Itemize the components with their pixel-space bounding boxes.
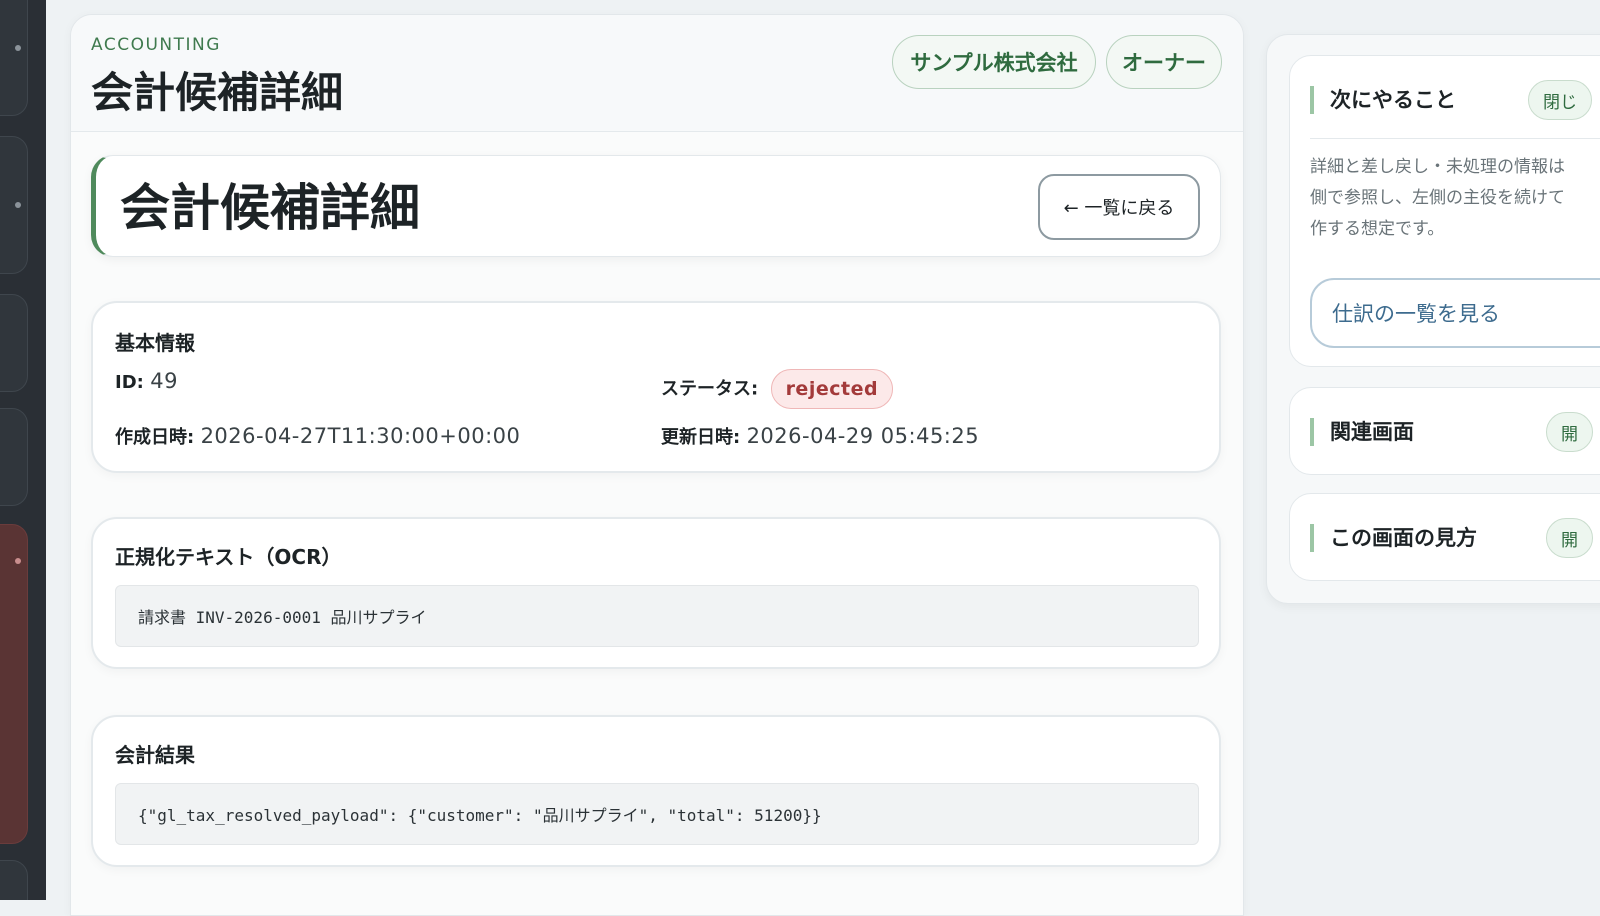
- status-label: ステータス:: [661, 378, 759, 400]
- created-field: 作成日時: 2026-04-27T11:30:00+00:00: [115, 423, 520, 449]
- next-steps-title: 次にやること: [1310, 86, 1456, 114]
- result-title: 会計結果: [115, 743, 195, 767]
- sidebar-tab-3[interactable]: [0, 294, 28, 392]
- detail-title: 会計候補詳細: [120, 179, 420, 237]
- id-label: ID:: [115, 372, 144, 393]
- status-badge: rejected: [770, 369, 894, 409]
- back-to-list-button[interactable]: ← 一覧に戻る: [1038, 174, 1200, 240]
- detail-header-card: 会計候補詳細 ← 一覧に戻る: [91, 155, 1221, 257]
- created-label: 作成日時:: [115, 427, 195, 448]
- next-steps-divider: [1310, 138, 1600, 139]
- sidebar-tab-icon: [15, 558, 21, 564]
- top-bar: ACCOUNTING 会計候補詳細 サンプル株式会社 オーナー: [71, 15, 1243, 132]
- page-title: 会計候補詳細: [91, 68, 344, 117]
- sidebar-tab-active[interactable]: [0, 524, 28, 844]
- id-field: ID: 49: [115, 369, 178, 393]
- status-field: ステータス: rejected: [661, 369, 894, 409]
- updated-value: 2026-04-29 05:45:25: [746, 424, 980, 448]
- company-badge[interactable]: サンプル株式会社: [892, 35, 1096, 89]
- sidebar-tab-2[interactable]: [0, 136, 28, 274]
- ocr-card: 正規化テキスト（OCR） 請求書 INV-2026-0001 品川サプライ: [91, 517, 1221, 669]
- how-to-read-card: この画面の見方 開: [1289, 493, 1600, 581]
- id-value: 49: [150, 369, 178, 393]
- sidebar-tab-icon: [15, 202, 21, 208]
- basic-info-card: 基本情報 ID: 49 ステータス: rejected 作成日時: 2026-0…: [91, 301, 1221, 473]
- sidebar-tab-4[interactable]: [0, 408, 28, 506]
- next-steps-toggle[interactable]: 閉じ: [1528, 80, 1592, 120]
- result-json: {"gl_tax_resolved_payload": {"customer":…: [115, 783, 1199, 845]
- created-value: 2026-04-27T11:30:00+00:00: [200, 424, 521, 448]
- sidebar-tab-6[interactable]: [0, 860, 28, 900]
- role-badge[interactable]: オーナー: [1106, 35, 1222, 89]
- updated-label: 更新日時:: [661, 427, 741, 448]
- right-panel: 次にやること 閉じ 詳細と差し戻し・未処理の情報は 側で参照し、左側の主役を続け…: [1266, 34, 1600, 604]
- journal-list-link[interactable]: 仕訳の一覧を見る: [1310, 278, 1600, 348]
- updated-field: 更新日時: 2026-04-29 05:45:25: [661, 423, 979, 449]
- next-steps-description: 詳細と差し戻し・未処理の情報は 側で参照し、左側の主役を続けて 作する想定です。: [1310, 157, 1565, 239]
- related-screens-title: 関連画面: [1310, 418, 1414, 446]
- how-to-read-toggle[interactable]: 開: [1546, 518, 1593, 558]
- related-screens-toggle[interactable]: 開: [1546, 412, 1593, 452]
- sidebar-tab-1[interactable]: [0, 0, 28, 116]
- main-panel: ACCOUNTING 会計候補詳細 サンプル株式会社 オーナー 会計候補詳細 ←…: [70, 14, 1244, 916]
- how-to-read-title: この画面の見方: [1310, 524, 1477, 552]
- next-steps-card: 次にやること 閉じ 詳細と差し戻し・未処理の情報は 側で参照し、左側の主役を続け…: [1289, 55, 1600, 367]
- basic-info-title: 基本情報: [115, 331, 195, 355]
- sidebar: [0, 0, 46, 900]
- sidebar-tab-icon: [15, 45, 21, 51]
- related-screens-card: 関連画面 開: [1289, 387, 1600, 475]
- ocr-text: 請求書 INV-2026-0001 品川サプライ: [115, 585, 1199, 647]
- ocr-title: 正規化テキスト（OCR）: [115, 545, 342, 569]
- section-eyebrow: ACCOUNTING: [91, 35, 221, 55]
- result-card: 会計結果 {"gl_tax_resolved_payload": {"custo…: [91, 715, 1221, 867]
